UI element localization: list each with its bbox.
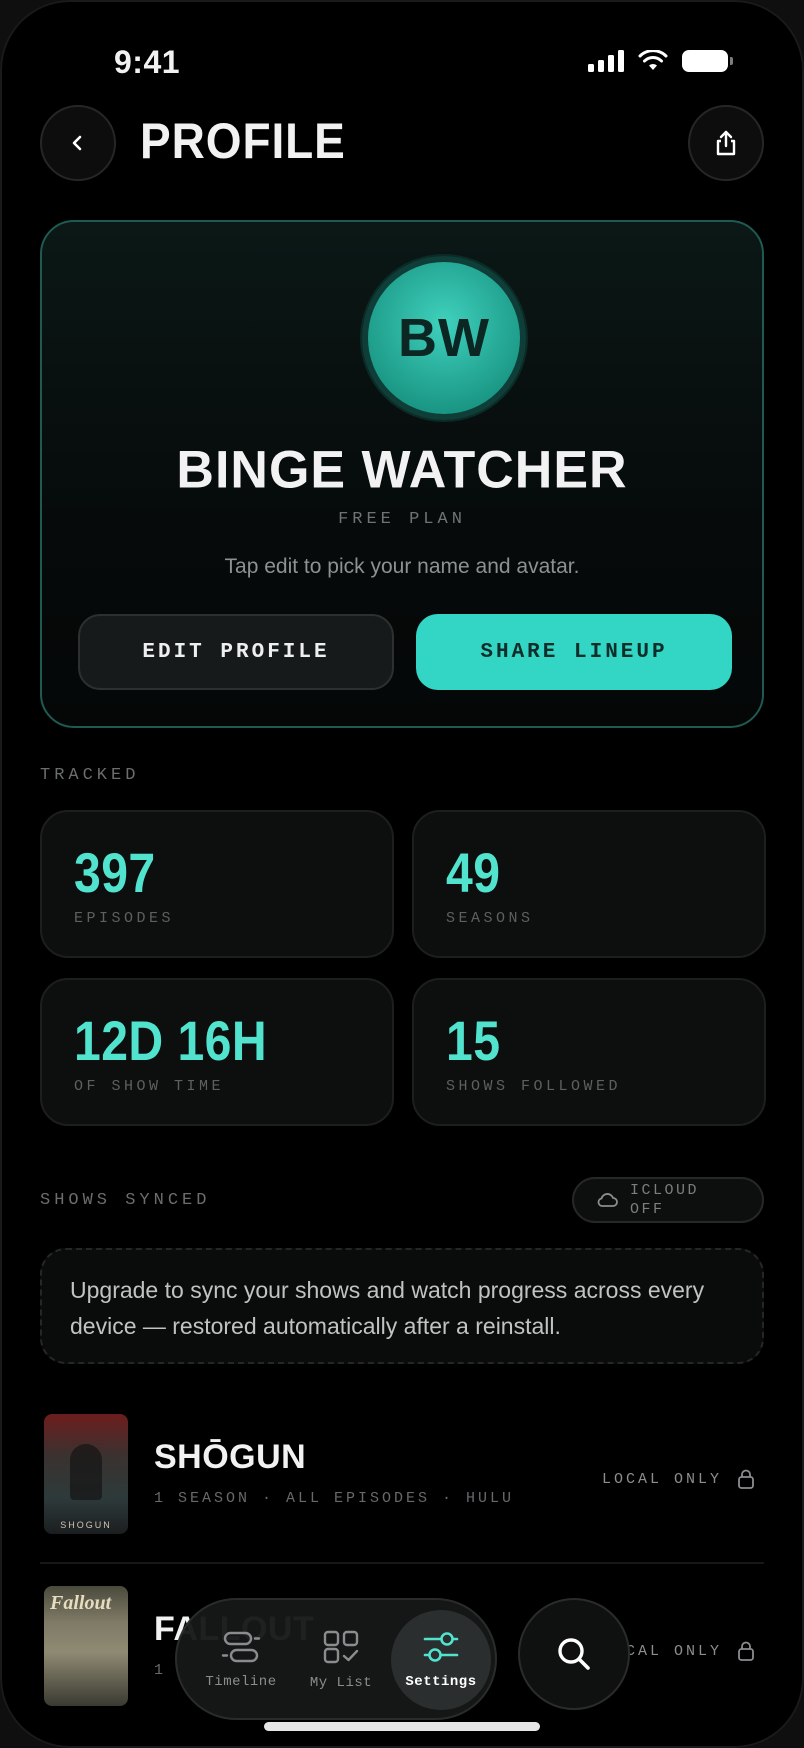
status-time: 9:41 <box>114 44 181 80</box>
stat-card-seasons: 49 SEASONS <box>412 810 766 958</box>
tracked-section-label: TRACKED <box>40 766 140 785</box>
profile-card: BW BINGE WATCHER FREE PLAN Tap edit to p… <box>40 220 764 728</box>
profile-hint: Tap edit to pick your name and avatar. <box>224 555 580 578</box>
stat-value: 397 <box>74 841 156 904</box>
stat-card-shows-followed: 15 SHOWS FOLLOWED <box>412 978 766 1126</box>
lock-icon <box>738 1469 754 1489</box>
upgrade-text: Upgrade to sync your shows and watch pro… <box>70 1277 705 1339</box>
tab-label: My List <box>309 1675 373 1691</box>
row-divider <box>40 1562 764 1564</box>
stat-label: OF SHOW TIME <box>74 1078 225 1095</box>
edit-profile-button[interactable]: EDIT PROFILE <box>78 614 394 690</box>
back-button[interactable] <box>40 105 116 181</box>
cloud-icon <box>597 1193 618 1207</box>
show-meta: 1 SEASON · ALL EPISODES · HULU <box>154 1490 515 1507</box>
page-title: PROFILE <box>140 113 346 169</box>
signal-icon <box>588 50 624 72</box>
poster-figure <box>70 1444 102 1500</box>
icloud-status-text: ICLOUD OFF <box>630 1182 700 1218</box>
tab-label: Settings <box>405 1674 477 1690</box>
stat-card-episodes: 397 EPISODES <box>40 810 394 958</box>
search-button[interactable] <box>518 1598 630 1710</box>
sync-status: LOCAL ONLY <box>602 1468 756 1490</box>
search-icon <box>558 1638 590 1670</box>
avatar-initials: BW <box>398 308 490 368</box>
sync-status-label: LOCAL ONLY <box>601 1470 722 1488</box>
wifi-icon <box>638 50 668 70</box>
show-meta: 1 <box>154 1662 167 1679</box>
plan-label: FREE PLAN <box>338 510 466 529</box>
shows-synced-section-label: SHOWS SYNCED <box>40 1191 211 1210</box>
lock-icon <box>738 1641 754 1661</box>
stat-label: SHOWS FOLLOWED <box>446 1078 622 1095</box>
share-icon <box>716 130 736 156</box>
stat-value: 12D 16H <box>74 1009 268 1072</box>
battery-icon <box>682 50 733 72</box>
stat-card-show-time: 12D 16H OF SHOW TIME <box>40 978 394 1126</box>
stat-label: SEASONS <box>446 910 534 927</box>
profile-name: BINGE WATCHER <box>176 440 628 500</box>
stat-label: EPISODES <box>74 910 175 927</box>
poster-logo: Fallout <box>50 1592 112 1614</box>
icloud-status-pill[interactable]: ICLOUD OFF <box>572 1177 764 1223</box>
poster-caption: SHOGUN <box>60 1520 112 1530</box>
my-list-icon <box>323 1630 359 1664</box>
stat-value: 15 <box>446 1009 501 1072</box>
timeline-icon <box>221 1631 261 1663</box>
tab-settings[interactable]: Settings <box>391 1610 491 1710</box>
tab-bar: Timeline My List Settings <box>175 1598 497 1720</box>
avatar[interactable]: BW <box>362 256 526 420</box>
show-row[interactable]: SHOGUN SHŌGUN 1 SEASON · ALL EPISODES · … <box>40 1414 764 1544</box>
status-icons <box>588 50 733 72</box>
tab-timeline[interactable]: Timeline <box>191 1610 291 1710</box>
chevron-left-icon <box>72 135 82 151</box>
tab-my-list[interactable]: My List <box>291 1610 391 1710</box>
show-title: SHŌGUN <box>154 1438 307 1476</box>
stat-value: 49 <box>446 841 501 904</box>
home-indicator <box>264 1722 540 1731</box>
phone-screen: 9:41 PROFILE BW BINGE WATCHER FREE PLAN <box>0 0 804 1748</box>
show-poster: SHOGUN <box>44 1414 128 1534</box>
share-lineup-button[interactable]: SHARE LINEUP <box>416 614 732 690</box>
show-poster: Fallout <box>44 1586 128 1706</box>
tab-label: Timeline <box>205 1674 277 1690</box>
settings-sliders-icon <box>423 1632 459 1662</box>
upgrade-banner[interactable]: Upgrade to sync your shows and watch pro… <box>40 1248 764 1364</box>
share-button[interactable] <box>688 105 764 181</box>
